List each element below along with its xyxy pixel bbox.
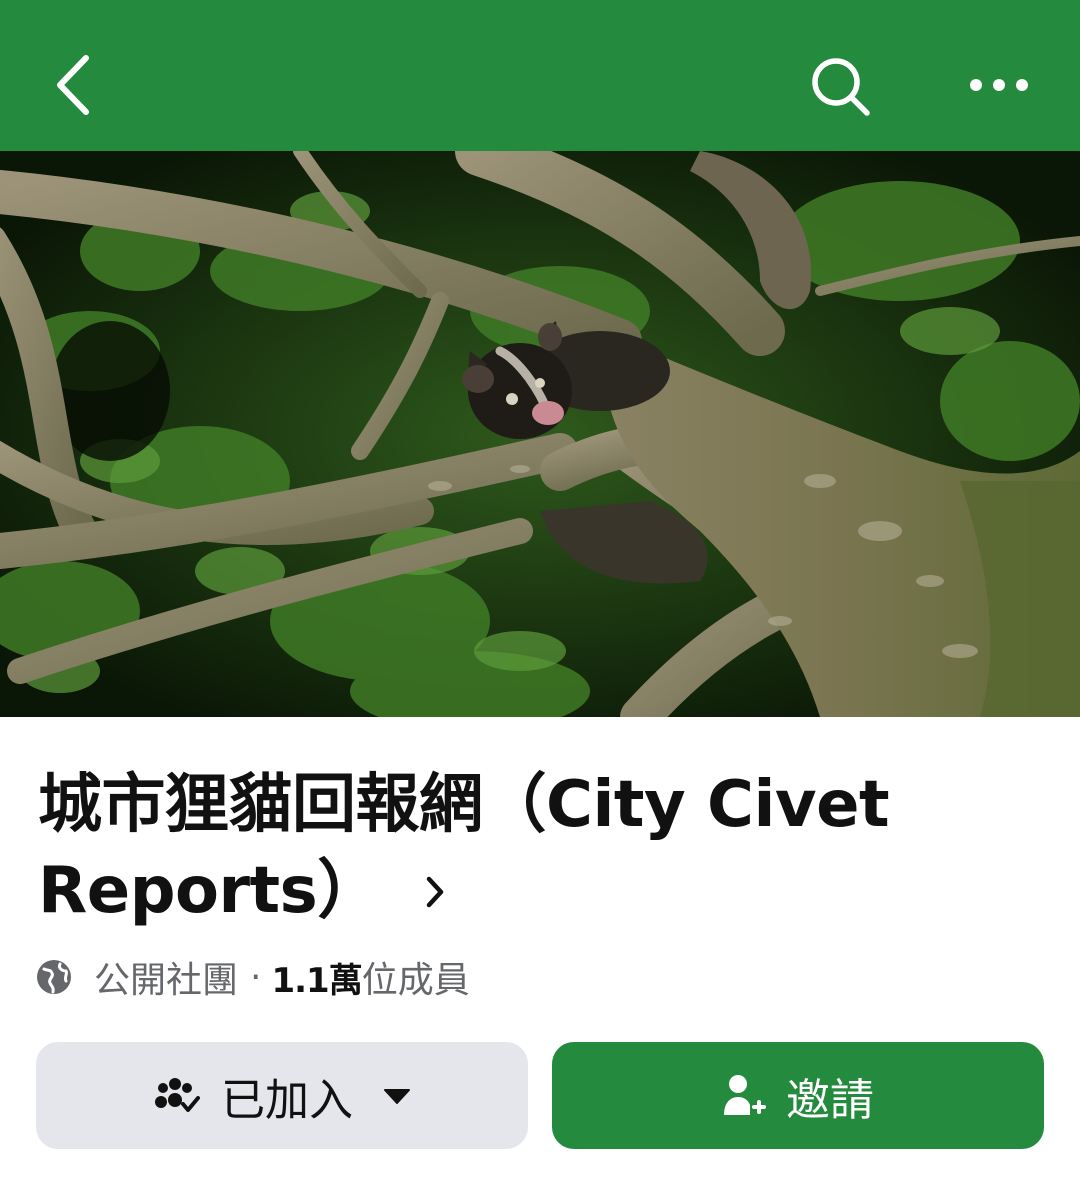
group-meta: 公開社團 · 1.1萬 位成員 [36,950,470,1004]
search-icon [812,58,870,116]
group-name: 城市狸貓回報網（City Civet Reports） [38,768,890,928]
invite-label: 邀請 [786,1074,874,1126]
group-members-check-icon [153,1076,201,1116]
chevron-right-icon [425,845,445,931]
joined-button[interactable]: 已加入 [36,1042,528,1149]
meta-separator: · [250,956,262,998]
civet-photo [0,151,1080,717]
back-button[interactable] [44,50,104,120]
more-options-button[interactable] [964,60,1034,110]
privacy-label: 公開社團 [94,960,239,1001]
invite-button[interactable]: 邀請 [552,1042,1044,1149]
caret-down-icon [383,1088,411,1104]
group-title[interactable]: 城市狸貓回報網（City Civet Reports） [38,762,1038,937]
globe-icon [37,960,71,994]
member-suffix[interactable]: 位成員 [362,951,470,1003]
joined-label: 已加入 [221,1074,353,1126]
group-cover-photo[interactable] [0,151,1080,717]
add-person-icon [722,1073,766,1119]
search-button[interactable] [806,52,876,122]
chevron-left-icon [57,55,89,115]
more-horizontal-icon [970,79,1028,91]
member-count[interactable]: 1.1萬 [271,953,362,1002]
top-navigation-bar [0,0,1080,151]
